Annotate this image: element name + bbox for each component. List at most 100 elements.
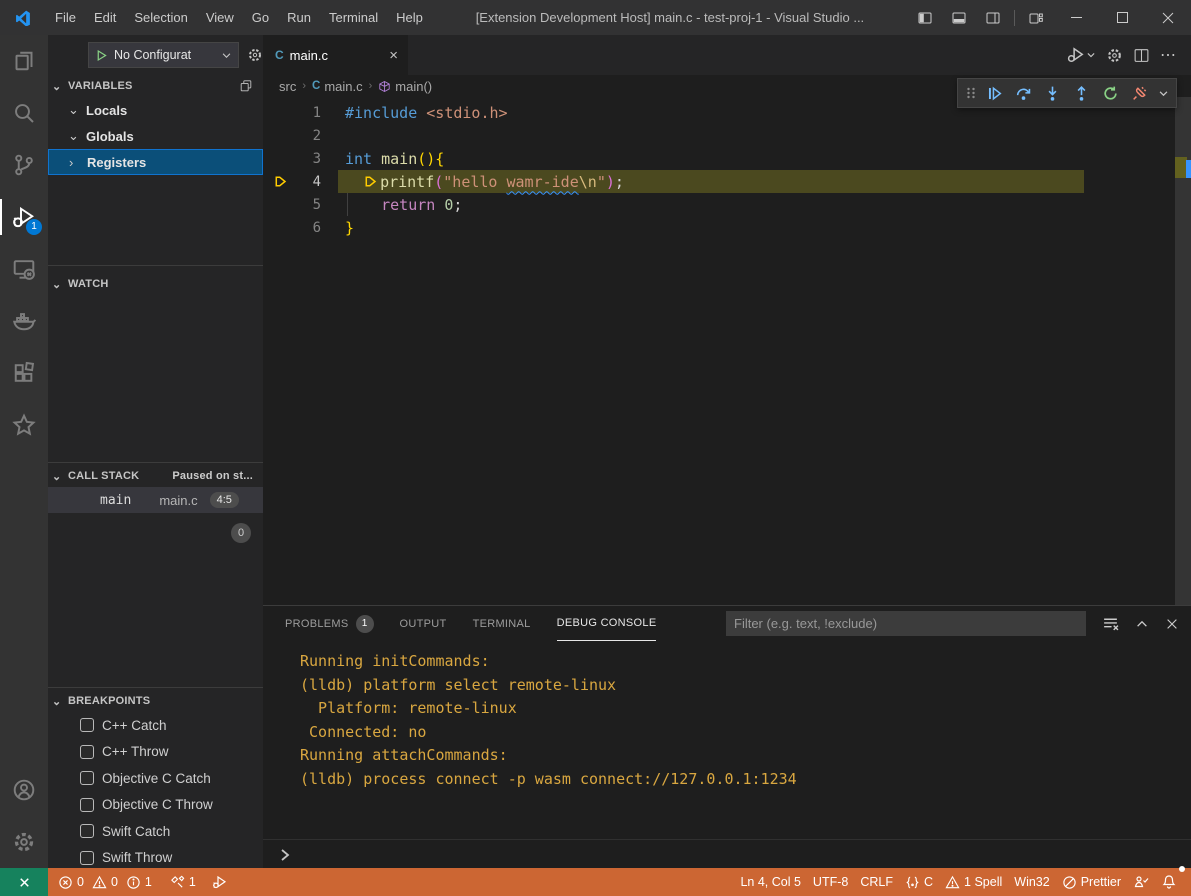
step-over-button[interactable] [1010, 80, 1037, 106]
menu-terminal[interactable]: Terminal [320, 0, 387, 35]
breakpoint-checkbox[interactable] [80, 798, 94, 812]
maximize-button[interactable] [1099, 0, 1145, 35]
menu-file[interactable]: File [46, 0, 85, 35]
watch-header[interactable]: ⌄ WATCH [48, 273, 263, 295]
console-filter-input[interactable] [726, 611, 1086, 636]
toggle-primary-sidebar-icon[interactable] [908, 0, 942, 35]
code-line-3[interactable]: 3int main(){ [263, 147, 1175, 170]
tab-main-c[interactable]: C main.c × [263, 35, 408, 75]
run-or-debug-icon[interactable] [1066, 45, 1096, 65]
editor-group: C main.c × ⋯ [263, 35, 1191, 868]
step-into-button[interactable] [1039, 80, 1066, 106]
account-icon[interactable] [0, 764, 48, 816]
console-input-prompt[interactable] [277, 847, 293, 863]
configure-gear-icon[interactable] [247, 47, 263, 63]
toggle-panel-icon[interactable] [942, 0, 976, 35]
section-divider[interactable] [48, 265, 263, 266]
launch-config-dropdown[interactable]: No Configurat [88, 42, 239, 68]
scope-locals[interactable]: ⌄ Locals [48, 97, 263, 123]
language-mode[interactable]: C [899, 868, 939, 896]
toolbar-drag-handle[interactable] [962, 86, 979, 100]
menu-go[interactable]: Go [243, 0, 278, 35]
close-tab-icon[interactable]: × [389, 47, 398, 64]
tab-problems[interactable]: PROBLEMS 1 [285, 606, 374, 641]
breakpoint-checkbox[interactable] [80, 851, 94, 865]
paused-arrow-icon[interactable] [263, 174, 297, 189]
menu-run[interactable]: Run [278, 0, 320, 35]
code-line-5[interactable]: 5 return 0; [263, 193, 1175, 216]
spell-checker-status[interactable]: 1 Spell [939, 868, 1008, 896]
disconnect-button[interactable] [1126, 80, 1153, 106]
search-icon[interactable] [0, 87, 48, 139]
breakpoint-checkbox[interactable] [80, 824, 94, 838]
breakpoint-checkbox[interactable] [80, 771, 94, 785]
tab-debug-console[interactable]: DEBUG CONSOLE [557, 606, 657, 641]
continue-button[interactable] [981, 80, 1008, 106]
editor-gear-icon[interactable] [1106, 47, 1123, 64]
variables-header[interactable]: ⌄ VARIABLES [48, 75, 263, 97]
explorer-icon[interactable] [0, 35, 48, 87]
notifications-bell-icon[interactable] [1155, 868, 1183, 896]
code-line-4[interactable]: 4 printf("hello wamr-ide\n"); [263, 170, 1175, 193]
scope-globals[interactable]: ⌄ Globals [48, 123, 263, 149]
close-panel-icon[interactable] [1165, 617, 1179, 631]
settings-gear-icon[interactable] [0, 816, 48, 868]
more-actions-icon[interactable]: ⋯ [1160, 45, 1177, 65]
clear-console-icon[interactable] [1102, 615, 1119, 632]
breakpoint-objective-c-catch[interactable]: Objective C Catch [48, 765, 263, 792]
formatter-status[interactable]: Prettier [1056, 868, 1127, 896]
section-divider[interactable] [48, 687, 263, 688]
encoding-indicator[interactable]: UTF-8 [807, 868, 854, 896]
code-line-2[interactable]: 2 [263, 124, 1175, 147]
debug-session-chevron-icon[interactable] [1155, 80, 1172, 106]
extensions-icon[interactable] [0, 347, 48, 399]
breakpoints-header[interactable]: ⌄ BREAKPOINTS [48, 690, 263, 712]
debug-status-icon[interactable] [206, 868, 234, 896]
breakpoint-swift-throw[interactable]: Swift Throw [48, 845, 263, 872]
source-control-icon[interactable] [0, 139, 48, 191]
close-window-button[interactable] [1145, 0, 1191, 35]
breadcrumb-symbol[interactable]: main() [395, 79, 432, 94]
breakpoint-objective-c-throw[interactable]: Objective C Throw [48, 792, 263, 819]
split-editor-icon[interactable] [1133, 47, 1150, 64]
stack-frame-row[interactable]: main main.c 4:5 [48, 487, 263, 513]
code-line-6[interactable]: 6} [263, 216, 1175, 239]
code-editor[interactable]: 1#include <stdio.h>23int main(){4 printf… [263, 97, 1191, 605]
menu-edit[interactable]: Edit [85, 0, 125, 35]
menu-selection[interactable]: Selection [125, 0, 196, 35]
platform-indicator[interactable]: Win32 [1008, 868, 1055, 896]
remote-explorer-icon[interactable] [0, 243, 48, 295]
restart-button[interactable] [1097, 80, 1124, 106]
run-and-debug-icon[interactable]: 1 [0, 191, 48, 243]
menu-view[interactable]: View [197, 0, 243, 35]
tab-output[interactable]: OUTPUT [400, 606, 447, 641]
debug-console-output[interactable]: Running initCommands:(lldb) platform sel… [300, 650, 1171, 791]
breakpoint-checkbox[interactable] [80, 718, 94, 732]
eol-indicator[interactable]: CRLF [854, 868, 899, 896]
toggle-secondary-sidebar-icon[interactable] [976, 0, 1010, 35]
menu-help[interactable]: Help [387, 0, 432, 35]
maximize-panel-icon[interactable] [1135, 617, 1149, 631]
favorites-star-icon[interactable] [0, 399, 48, 451]
docker-icon[interactable] [0, 295, 48, 347]
breadcrumb-folder[interactable]: src [279, 79, 296, 94]
editor-scrollbar[interactable] [1175, 97, 1191, 605]
remote-indicator[interactable] [0, 868, 48, 896]
copy-value-icon[interactable] [239, 79, 253, 93]
call-stack-header[interactable]: ⌄ CALL STACK Paused on st... [48, 465, 263, 487]
ports-status[interactable]: 1 [164, 868, 202, 896]
problems-status[interactable]: 0 0 1 [52, 868, 158, 896]
breakpoint-checkbox[interactable] [80, 745, 94, 759]
minimize-button[interactable] [1053, 0, 1099, 35]
breadcrumb-file[interactable]: main.c [324, 79, 362, 94]
customize-layout-icon[interactable] [1019, 0, 1053, 35]
cursor-position[interactable]: Ln 4, Col 5 [734, 868, 806, 896]
tab-terminal[interactable]: TERMINAL [473, 606, 531, 641]
breakpoint-swift-catch[interactable]: Swift Catch [48, 818, 263, 845]
feedback-icon[interactable] [1127, 868, 1155, 896]
section-divider[interactable] [48, 462, 263, 463]
step-out-button[interactable] [1068, 80, 1095, 106]
scope-registers[interactable]: › Registers [48, 149, 263, 175]
breakpoint-c-catch[interactable]: C++ Catch [48, 712, 263, 739]
breakpoint-c-throw[interactable]: C++ Throw [48, 739, 263, 766]
